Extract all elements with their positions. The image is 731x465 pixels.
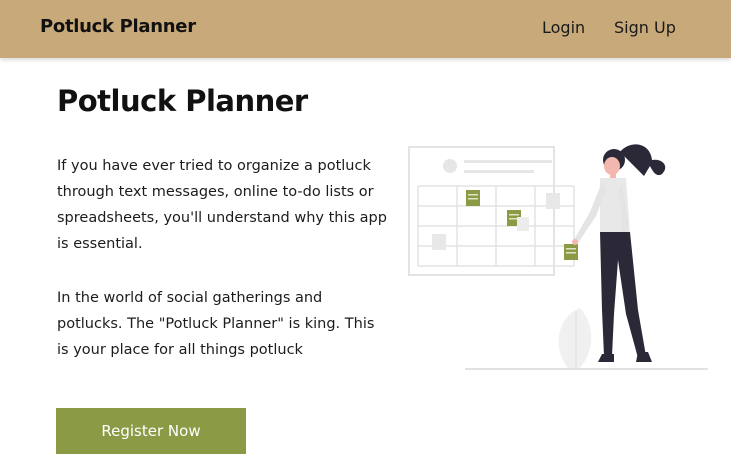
plant-decoration [558, 308, 592, 368]
description-paragraph: In the world of social gatherings and po… [57, 290, 375, 358]
intro-paragraph: If you have ever tried to organize a pot… [57, 158, 387, 252]
brand-logo-text[interactable]: Potluck Planner [40, 16, 196, 37]
signup-link[interactable]: Sign Up [614, 18, 676, 37]
login-link[interactable]: Login [542, 18, 585, 37]
page-title: Potluck Planner [57, 84, 308, 118]
calendar-board [408, 146, 578, 276]
register-now-button[interactable]: Register Now [56, 408, 246, 454]
woman-calendar-illustration [408, 144, 708, 370]
navbar: Potluck Planner Login Sign Up [0, 0, 731, 58]
